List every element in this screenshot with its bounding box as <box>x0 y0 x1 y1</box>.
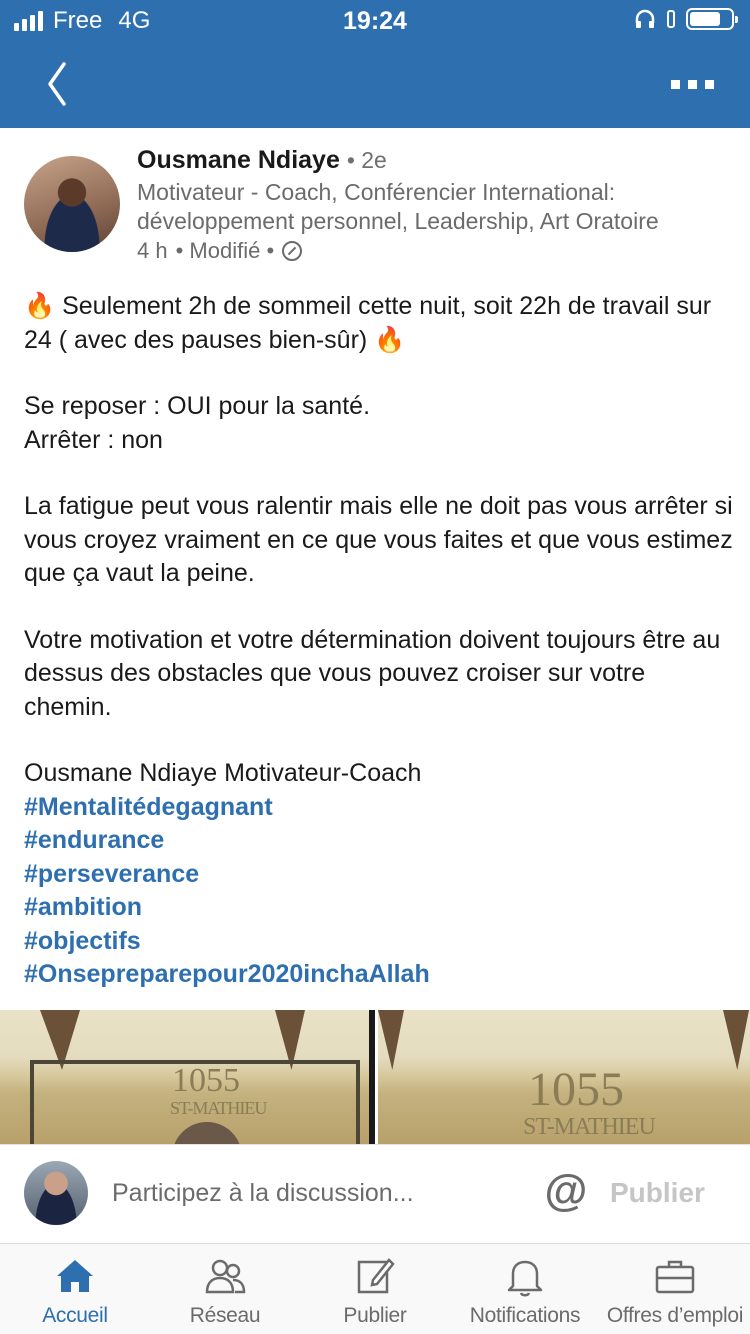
fire-emoji-icon: 🔥 <box>24 292 56 320</box>
publish-comment-button[interactable]: Publier <box>610 1177 705 1209</box>
image-divider <box>369 1010 375 1144</box>
comment-bar: Participez à la discussion... @ Publier <box>0 1144 750 1244</box>
orientation-lock-icon <box>667 10 675 28</box>
home-icon <box>57 1260 93 1292</box>
my-avatar <box>24 1161 88 1225</box>
post-paragraph-1: 🔥 Seulement 2h de sommeil cette nuit, so… <box>24 290 734 357</box>
post-image-1[interactable]: 1055 ST-MATHIEU <box>0 1010 372 1144</box>
post-meta: 4 h • Modifié • <box>137 238 303 264</box>
hashtag-link[interactable]: #objectifs <box>24 925 734 959</box>
tab-publish[interactable]: Publier <box>300 1244 450 1334</box>
post-signature: Ousmane Ndiaye Motivateur-Coach <box>24 759 422 787</box>
connection-degree: • 2e <box>346 147 387 173</box>
post-paragraph-3: La fatigue peut vous ralentir mais elle … <box>24 492 733 587</box>
tab-jobs[interactable]: Offres d’emploi <box>600 1244 750 1334</box>
post-paragraph-2b: Arrêter : non <box>24 425 163 454</box>
hashtag-link[interactable]: #endurance <box>24 824 734 858</box>
back-button[interactable] <box>36 56 80 112</box>
author-line: Ousmane Ndiaye • 2e <box>137 146 387 175</box>
status-right <box>634 8 738 30</box>
hashtag-link[interactable]: #ambition <box>24 891 734 925</box>
post-paragraph-4: Votre motivation et votre détermination … <box>24 625 721 721</box>
post-body: 🔥 Seulement 2h de sommeil cette nuit, so… <box>24 290 734 992</box>
post-line-1: Seulement 2h de sommeil cette nuit, soit… <box>24 292 712 354</box>
tab-label: Notifications <box>469 1304 581 1327</box>
tab-label: Offres d’emploi <box>606 1304 744 1327</box>
tab-notifications[interactable]: Notifications <box>450 1244 600 1334</box>
post-time: 4 h <box>137 238 168 263</box>
fire-emoji-icon: 🔥 <box>374 325 406 354</box>
post-images[interactable]: 1055 ST-MATHIEU 1055 ST-MATHIEU <box>0 1010 750 1144</box>
author-avatar[interactable] <box>24 156 120 252</box>
tab-home[interactable]: Accueil <box>0 1244 150 1334</box>
status-bar: Free 4G 19:24 <box>0 0 750 40</box>
battery-icon <box>686 8 738 30</box>
more-icon <box>670 79 680 89</box>
author-headline: Motivateur - Coach, Conférencier Interna… <box>137 179 659 234</box>
hashtag-link[interactable]: #perseverance <box>24 858 734 892</box>
tab-label: Accueil <box>42 1304 108 1327</box>
headphones-icon <box>635 9 655 28</box>
tab-network[interactable]: Réseau <box>150 1244 300 1334</box>
image-sign-street: ST-MATHIEU <box>523 1114 656 1140</box>
network-icon <box>205 1259 246 1294</box>
bottom-tab-bar: Accueil Réseau Publier Notifications Off… <box>0 1244 750 1334</box>
post-paragraph-2a: Se reposer : OUI pour la santé. <box>24 392 371 420</box>
globe-icon <box>282 241 303 261</box>
comment-input[interactable]: Participez à la discussion... <box>112 1179 414 1208</box>
at-mention-icon[interactable]: @ <box>544 1169 588 1213</box>
hashtag-link[interactable]: #Mentalitédegagnant <box>24 791 734 825</box>
image-sign-number: 1055 <box>528 1063 624 1116</box>
chevron-left-icon <box>48 62 66 106</box>
post-edited: • Modifié • <box>175 238 275 263</box>
tab-label: Réseau <box>189 1304 261 1327</box>
bell-icon <box>507 1260 543 1297</box>
compose-icon <box>357 1258 395 1294</box>
more-options-button[interactable] <box>662 70 722 98</box>
top-nav-bar <box>0 40 750 128</box>
image-sign-street: ST-MATHIEU <box>170 1098 267 1118</box>
post-image-2[interactable]: 1055 ST-MATHIEU <box>378 1010 750 1144</box>
tab-label: Publier <box>343 1304 407 1327</box>
hashtag-link[interactable]: #Onsepreparepour2020inchaAllah <box>24 958 734 992</box>
author-name[interactable]: Ousmane Ndiaye <box>137 146 340 174</box>
briefcase-icon <box>655 1260 695 1294</box>
image-sign-number: 1055 <box>172 1062 240 1099</box>
